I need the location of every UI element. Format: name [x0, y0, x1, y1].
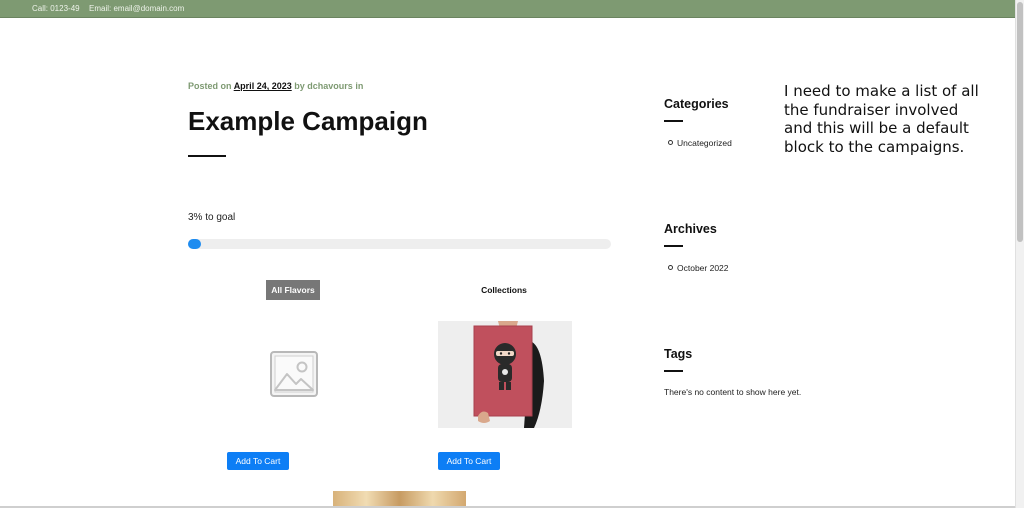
tab-collections[interactable]: Collections — [470, 280, 538, 300]
categories-divider — [664, 120, 683, 122]
archives-list-item[interactable]: October 2022 — [668, 263, 729, 273]
category-link[interactable]: Uncategorized — [677, 138, 732, 148]
post-date-link[interactable]: April 24, 2023 — [234, 81, 292, 91]
contact-phone: Call: 0123-49 — [32, 4, 80, 13]
goal-progress-fill — [188, 239, 201, 249]
categories-heading: Categories — [664, 97, 729, 111]
add-to-cart-button[interactable]: Add To Cart — [227, 452, 289, 470]
post-meta: Posted on April 24, 2023 by dchavours in — [188, 81, 363, 91]
add-to-cart-button[interactable]: Add To Cart — [438, 452, 500, 470]
tab-all-flavors[interactable]: All Flavors — [266, 280, 320, 300]
vertical-scrollbar[interactable] — [1015, 0, 1024, 508]
contact-email: Email: email@domain.com — [89, 4, 185, 13]
archive-link[interactable]: October 2022 — [677, 263, 729, 273]
author-link[interactable]: dchavours — [307, 81, 353, 91]
placeholder-image-icon[interactable] — [270, 350, 318, 398]
tags-heading: Tags — [664, 347, 693, 361]
top-bar: Call: 0123-49 Email: email@domain.com — [0, 0, 1016, 18]
ninja-poster-image[interactable] — [438, 321, 572, 428]
categories-list-item[interactable]: Uncategorized — [668, 138, 732, 148]
title-divider — [188, 155, 226, 157]
goal-progress-text: 3% to goal — [188, 212, 236, 223]
in-label: in — [355, 81, 364, 91]
goal-progress-bar — [188, 239, 611, 249]
bullet-icon — [668, 265, 673, 271]
scrollbar-thumb[interactable] — [1017, 2, 1023, 242]
by-label: by — [294, 81, 305, 91]
annotation-note: I need to make a list of all the fundrai… — [784, 82, 979, 156]
posted-on-label: Posted on — [188, 81, 232, 91]
page-title: Example Campaign — [188, 106, 428, 136]
bullet-icon — [668, 140, 673, 146]
archives-divider — [664, 245, 683, 247]
tags-divider — [664, 370, 683, 372]
tags-empty-text: There's no content to show here yet. — [664, 387, 802, 397]
archives-heading: Archives — [664, 222, 717, 236]
